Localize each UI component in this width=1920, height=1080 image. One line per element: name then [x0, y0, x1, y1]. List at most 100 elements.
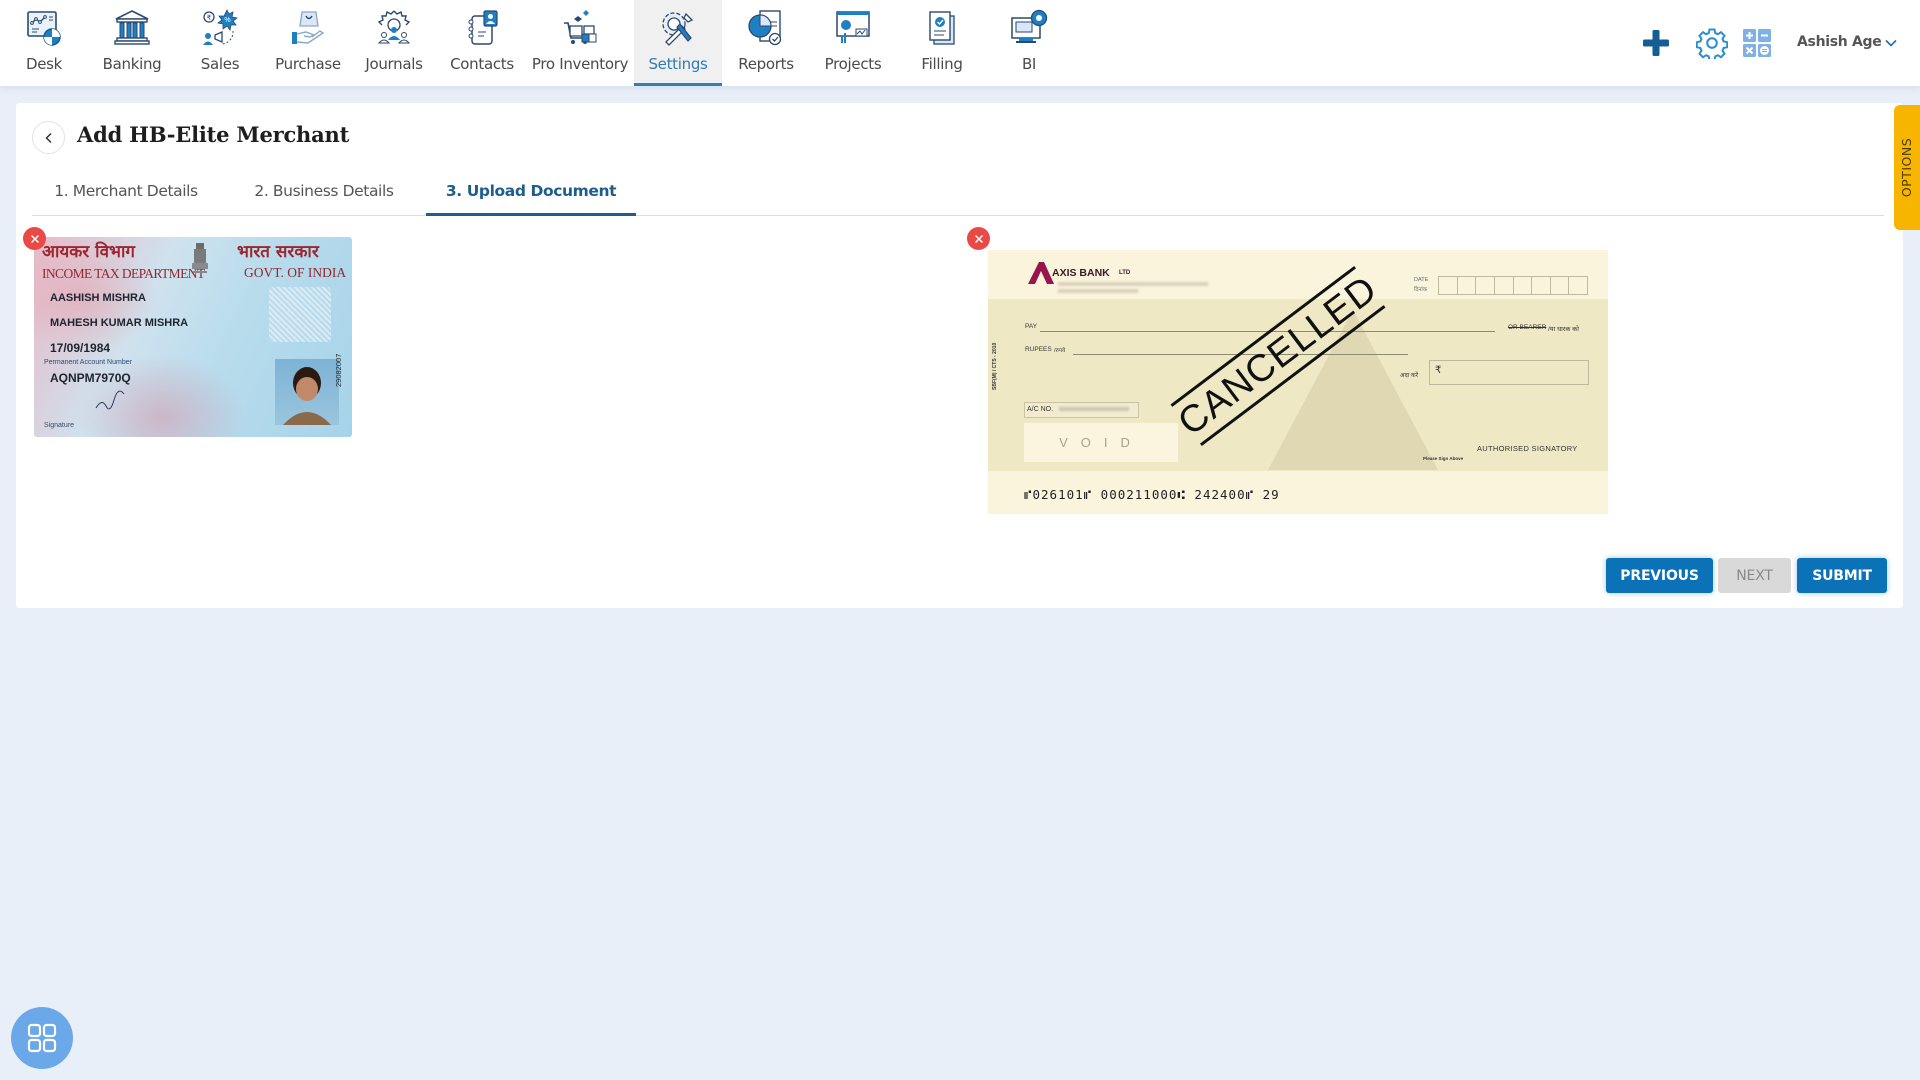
- cheque-side-code: SBF(M) / CTS - 2010: [992, 342, 998, 390]
- bi-icon: [1011, 9, 1048, 43]
- inventory-icon: [564, 10, 597, 44]
- nav-label: Projects: [824, 55, 882, 73]
- cheque-bearer-label: OR BEARER: [1508, 324, 1547, 331]
- page-title: Add HB-Elite Merchant: [77, 122, 350, 147]
- projects-icon: [836, 11, 870, 43]
- contacts-icon: [468, 10, 498, 45]
- svg-text:₹: ₹: [207, 14, 212, 22]
- emblem-icon: [192, 243, 208, 273]
- next-button[interactable]: NEXT: [1718, 558, 1791, 593]
- cheque-date-label-hi: दिनांक: [1414, 287, 1428, 293]
- cheque-bearer-label-hi: /या धारक को: [1548, 326, 1579, 333]
- submit-button[interactable]: SUBMIT: [1797, 558, 1887, 593]
- cheque-branch-address: [1058, 282, 1208, 286]
- pan-name: AASHISH MISHRA: [50, 292, 146, 304]
- pan-govt: GOVT. OF INDIA: [244, 265, 347, 280]
- reports-icon: [748, 10, 782, 46]
- nav-item-pro-inventory[interactable]: Pro Inventory: [530, 0, 630, 86]
- user-name[interactable]: Ashish Age: [1797, 34, 1882, 50]
- tab-merchant-details[interactable]: 1. Merchant Details: [42, 182, 210, 216]
- cheque-branch-address-2: [1058, 289, 1138, 293]
- cheque-amount-label-hi: अदा करें: [1400, 373, 1419, 379]
- nav-item-banking[interactable]: Banking: [88, 0, 176, 86]
- cheque-amount-box: ₹: [1429, 360, 1589, 385]
- cheque-micr-line: ⑈026101⑈ 000211000⑆ 242400⑈ 29: [1024, 487, 1280, 502]
- cancelled-cheque-document: AXIS BANK LTD DATE दिनांक PAY OR BEARER …: [988, 250, 1608, 514]
- nav-label: Sales: [200, 55, 240, 73]
- options-label: OPTIONS: [1899, 137, 1915, 198]
- cheque-acno-label: A/C NO.: [1027, 406, 1054, 413]
- apps-menu-button[interactable]: [11, 1007, 73, 1069]
- nav-item-projects[interactable]: Projects: [809, 0, 897, 86]
- pan-photo: [275, 359, 339, 425]
- pan-card-document: आयकर विभाग भारत सरकार INCOME TAX DEPARTM…: [34, 237, 352, 437]
- cheque-date-label: DATE: [1414, 277, 1429, 283]
- sales-icon: ₹ %: [203, 9, 238, 45]
- cheque-bank-name: AXIS BANK: [1052, 267, 1110, 279]
- desk-icon: [27, 11, 61, 46]
- cheque-signatory-label: AUTHORISED SIGNATORY: [1477, 444, 1578, 453]
- nav-label: Journals: [365, 55, 423, 73]
- cheque-pay-label: PAY: [1025, 323, 1038, 330]
- pan-number-label: Permanent Account Number: [44, 359, 132, 366]
- cheque-acno-value-blurred: [1059, 407, 1130, 412]
- plus-icon[interactable]: [1640, 27, 1672, 59]
- remove-cheque-button[interactable]: [967, 227, 990, 250]
- tab-upload-document[interactable]: 3. Upload Document: [426, 182, 636, 216]
- options-side-tab[interactable]: OPTIONS: [1894, 105, 1920, 230]
- previous-button[interactable]: PREVIOUS: [1606, 558, 1713, 593]
- nav-label: BI: [1021, 55, 1037, 73]
- pan-hologram: [269, 287, 331, 342]
- pan-hindi-dept: आयकर विभाग: [42, 242, 135, 262]
- cheque-bank-suffix: LTD: [1119, 270, 1131, 276]
- nav-item-sales[interactable]: ₹ % Sales: [176, 0, 264, 86]
- nav-label: Contacts: [450, 55, 514, 73]
- cheque-sign-hint: Please Sign Above: [1423, 456, 1464, 461]
- journals-icon: [377, 10, 411, 44]
- cheque-rupees-label: RUPEES: [1025, 346, 1052, 353]
- chevron-left-icon: [44, 132, 52, 143]
- pan-dept: INCOME TAX DEPARTMENT: [42, 266, 205, 281]
- close-icon: [974, 234, 983, 243]
- nav-label: Purchase: [275, 55, 341, 73]
- rupee-symbol: ₹: [1435, 365, 1442, 376]
- axis-bank-logo-icon: [1028, 262, 1054, 284]
- chevron-down-icon[interactable]: [1884, 36, 1898, 50]
- nav-item-journals[interactable]: Journals: [350, 0, 438, 86]
- grid-apps-icon: [27, 1023, 57, 1053]
- tab-business-details[interactable]: 2. Business Details: [240, 182, 408, 216]
- nav-label: Settings: [648, 55, 708, 73]
- filling-icon: [929, 11, 955, 45]
- cheque-date-boxes: [1438, 276, 1588, 295]
- calculator-icon[interactable]: [1741, 27, 1773, 59]
- svg-text:%: %: [224, 17, 230, 24]
- nav-item-settings[interactable]: Settings: [634, 0, 722, 86]
- pan-number: AQNPM7970Q: [50, 371, 131, 385]
- nav-label: Filling: [921, 55, 963, 73]
- nav-item-contacts[interactable]: Contacts: [438, 0, 526, 86]
- nav-item-filling[interactable]: Filling: [898, 0, 986, 86]
- cheque-account-number: A/C NO.: [1024, 402, 1139, 418]
- cheque-rupees-label-hi: /रुपये: [1054, 348, 1066, 354]
- pan-father-name: MAHESH KUMAR MISHRA: [50, 317, 189, 329]
- nav-label: Pro Inventory: [531, 55, 629, 73]
- pan-hindi-govt: भारत सरकार: [237, 242, 319, 262]
- pan-photo-date: 29082007: [334, 353, 343, 387]
- pan-signature-label: Signature: [44, 422, 74, 429]
- nav-item-desk[interactable]: Desk: [0, 0, 88, 86]
- signature-scribble: [95, 390, 125, 410]
- cheque-void-box: VOID: [1024, 423, 1178, 462]
- nav-item-purchase[interactable]: Purchase: [264, 0, 352, 86]
- nav-item-bi[interactable]: BI: [985, 0, 1073, 86]
- nav-item-reports[interactable]: Reports: [722, 0, 810, 86]
- gear-icon[interactable]: [1696, 27, 1728, 59]
- remove-pan-card-button[interactable]: [23, 227, 46, 250]
- pan-dob: 17/09/1984: [50, 341, 111, 355]
- nav-label: Reports: [738, 55, 794, 73]
- top-navigation-bar: Desk Banking ₹ % Sales Purchase Journals…: [0, 0, 1920, 86]
- nav-label: Desk: [25, 55, 63, 73]
- settings-tools-icon: [662, 12, 694, 46]
- person-photo-icon: [283, 367, 331, 425]
- nav-label: Banking: [102, 55, 162, 73]
- back-button[interactable]: [32, 121, 65, 154]
